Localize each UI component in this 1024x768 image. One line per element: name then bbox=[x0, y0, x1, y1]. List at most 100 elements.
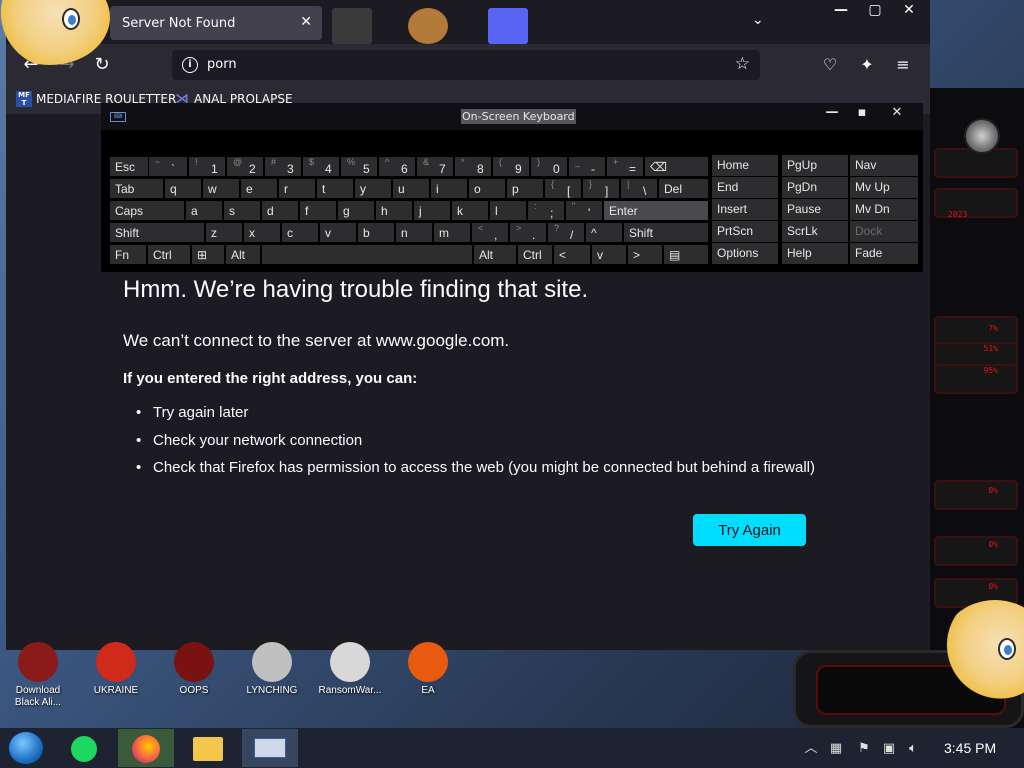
key-symbol[interactable]: | \ bbox=[620, 178, 658, 199]
key-q[interactable]: q bbox=[164, 178, 202, 199]
network-icon[interactable]: ▣ bbox=[880, 740, 898, 758]
key-f[interactable]: f bbox=[299, 200, 337, 221]
key-help[interactable]: Help bbox=[781, 242, 849, 265]
key-symbol[interactable]: ⌫ bbox=[644, 156, 709, 177]
taskbar-app-firefox[interactable] bbox=[118, 729, 174, 767]
desktop-icon-ukraine[interactable]: UKRAINE bbox=[81, 642, 151, 697]
key-d[interactable]: d bbox=[261, 200, 299, 221]
key-pause[interactable]: Pause bbox=[781, 198, 849, 221]
key-e[interactable]: e bbox=[240, 178, 278, 199]
key-l[interactable]: l bbox=[489, 200, 527, 221]
desktop-icon-lynching[interactable]: LYNCHING bbox=[237, 642, 307, 697]
key-3[interactable]: #3 bbox=[264, 156, 302, 177]
key-i[interactable]: i bbox=[430, 178, 468, 199]
key-n[interactable]: n bbox=[395, 222, 433, 243]
key-symbol[interactable]: + = bbox=[606, 156, 644, 177]
key-insert[interactable]: Insert bbox=[711, 198, 779, 221]
tray-app-icon[interactable]: ▦ bbox=[827, 740, 845, 758]
key-alt[interactable]: Alt bbox=[225, 244, 261, 265]
key-s[interactable]: s bbox=[223, 200, 261, 221]
key-end[interactable]: End bbox=[711, 176, 779, 199]
key-fade[interactable]: Fade bbox=[849, 242, 919, 265]
key-symbol[interactable]: }] bbox=[582, 178, 620, 199]
key-mv-up[interactable]: Mv Up bbox=[849, 176, 919, 199]
key-alt[interactable]: Alt bbox=[473, 244, 517, 265]
key-b[interactable]: b bbox=[357, 222, 395, 243]
key-4[interactable]: $4 bbox=[302, 156, 340, 177]
key-caps[interactable]: Caps bbox=[109, 200, 185, 221]
key-symbol[interactable]: ~ ` bbox=[148, 156, 188, 177]
key-8[interactable]: * 8 bbox=[454, 156, 492, 177]
key-z[interactable]: z bbox=[205, 222, 243, 243]
try-again-button[interactable]: Try Again bbox=[693, 514, 806, 546]
key-t[interactable]: t bbox=[316, 178, 354, 199]
start-button[interactable] bbox=[8, 731, 44, 765]
key-p[interactable]: p bbox=[506, 178, 544, 199]
osk-maximize-button[interactable]: ▪ bbox=[848, 105, 876, 125]
key-g[interactable]: g bbox=[337, 200, 375, 221]
key-symbol[interactable]: {[ bbox=[544, 178, 582, 199]
key-1[interactable]: ! 1 bbox=[188, 156, 226, 177]
reload-icon[interactable]: ↻ bbox=[91, 54, 113, 76]
key-r[interactable]: r bbox=[278, 178, 316, 199]
url-text[interactable]: porn bbox=[207, 57, 237, 72]
key-prtscn[interactable]: PrtScn bbox=[711, 220, 779, 243]
key-symbol[interactable]: > bbox=[627, 244, 663, 265]
key-v[interactable]: v bbox=[319, 222, 357, 243]
osk-close-button[interactable]: ✕ bbox=[883, 105, 911, 125]
desktop-icon-ea[interactable]: EA bbox=[393, 642, 463, 697]
close-tab-icon[interactable]: ✕ bbox=[300, 14, 312, 30]
taskbar-app-explorer[interactable] bbox=[180, 729, 236, 767]
key-tab[interactable]: Tab bbox=[109, 178, 164, 199]
key-0[interactable]: ) 0 bbox=[530, 156, 568, 177]
taskbar-app-notes[interactable] bbox=[56, 729, 112, 767]
flag-icon[interactable]: ⚑ bbox=[855, 740, 873, 758]
desktop-icon-download[interactable]: Download Black Ali... bbox=[3, 642, 73, 709]
key-v[interactable]: v bbox=[591, 244, 627, 265]
key-options[interactable]: Options bbox=[711, 242, 779, 265]
key-9[interactable]: (9 bbox=[492, 156, 530, 177]
key-k[interactable]: k bbox=[451, 200, 489, 221]
key-c[interactable]: c bbox=[281, 222, 319, 243]
key-u[interactable]: u bbox=[392, 178, 430, 199]
key-dock[interactable]: Dock bbox=[849, 220, 919, 243]
key-pgdn[interactable]: PgDn bbox=[781, 176, 849, 199]
key-symbol[interactable]: :; bbox=[527, 200, 565, 221]
key-shift[interactable]: Shift bbox=[109, 222, 205, 243]
pocket-icon[interactable]: ♡ bbox=[819, 54, 841, 76]
desktop-icon-oops[interactable]: OOPS bbox=[159, 642, 229, 697]
taskbar-app-keyboard[interactable] bbox=[242, 729, 298, 767]
key-shift[interactable]: Shift bbox=[623, 222, 709, 243]
tab-server-not-found[interactable]: Server Not Found ✕ bbox=[110, 6, 322, 40]
key-ctrl[interactable]: Ctrl bbox=[517, 244, 553, 265]
key-y[interactable]: y bbox=[354, 178, 392, 199]
key-mv-dn[interactable]: Mv Dn bbox=[849, 198, 919, 221]
osk-minimize-button[interactable]: — bbox=[818, 105, 846, 125]
key-symbol[interactable]: _ - bbox=[568, 156, 606, 177]
key-nav[interactable]: Nav bbox=[849, 154, 919, 177]
key-6[interactable]: ^ 6 bbox=[378, 156, 416, 177]
osk-titlebar[interactable]: ⌨ On-Screen Keyboard — ▪ ✕ bbox=[101, 103, 923, 130]
key-7[interactable]: & 7 bbox=[416, 156, 454, 177]
taskbar-clock[interactable]: 3:45 PM bbox=[944, 740, 996, 756]
key-pgup[interactable]: PgUp bbox=[781, 154, 849, 177]
key-h[interactable]: h bbox=[375, 200, 413, 221]
key-symbol[interactable]: < bbox=[553, 244, 591, 265]
key-j[interactable]: j bbox=[413, 200, 451, 221]
extensions-icon[interactable]: ✦ bbox=[856, 54, 878, 76]
key-w[interactable]: w bbox=[202, 178, 240, 199]
maximize-button[interactable]: ▢ bbox=[858, 2, 892, 22]
minimize-button[interactable]: — bbox=[824, 2, 858, 22]
key-symbol[interactable]: <, bbox=[471, 222, 509, 243]
key-x[interactable]: x bbox=[243, 222, 281, 243]
key-o[interactable]: o bbox=[468, 178, 506, 199]
list-tabs-icon[interactable]: ⌄ bbox=[752, 12, 764, 28]
key-fn[interactable]: Fn bbox=[109, 244, 147, 265]
show-hidden-icons-icon[interactable]: ︿ bbox=[802, 740, 820, 758]
key-ctrl[interactable]: Ctrl bbox=[147, 244, 191, 265]
url-bar[interactable]: i porn ☆ bbox=[172, 50, 760, 80]
key-2[interactable]: @2 bbox=[226, 156, 264, 177]
key-scrlk[interactable]: ScrLk bbox=[781, 220, 849, 243]
key-m[interactable]: m bbox=[433, 222, 471, 243]
key-symbol[interactable]: ^ bbox=[585, 222, 623, 243]
